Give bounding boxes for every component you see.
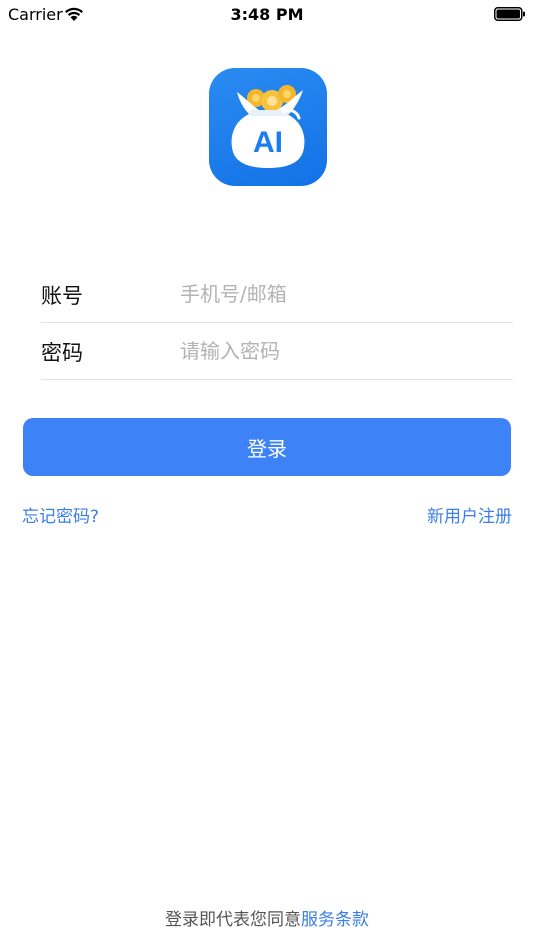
account-input[interactable] — [180, 276, 500, 312]
terms-notice: 登录即代表您同意服务条款 — [0, 905, 534, 930]
account-row: 账号 — [41, 266, 513, 323]
money-bag-icon: AI — [231, 85, 305, 168]
register-link[interactable]: 新用户注册 — [427, 502, 512, 527]
app-logo: AI — [209, 68, 327, 186]
terms-prefix: 登录即代表您同意 — [165, 910, 301, 930]
password-row: 密码 — [41, 323, 513, 380]
login-screen: Carrier 3:48 PM AI 账号 手机号/邮箱 密码 登录 忘记密码?… — [0, 0, 534, 950]
password-input[interactable] — [180, 333, 500, 369]
battery-icon — [494, 7, 525, 21]
status-bar: Carrier 3:48 PM — [0, 0, 534, 30]
terms-of-service-link[interactable]: 服务条款 — [301, 910, 369, 930]
login-button[interactable]: 登录 — [23, 418, 511, 476]
logo-text: AI — [253, 126, 283, 159]
account-label: 账号 — [41, 284, 83, 308]
password-label: 密码 — [41, 341, 83, 365]
forgot-password-link[interactable]: 忘记密码? — [22, 502, 99, 527]
status-time: 3:48 PM — [230, 5, 304, 24]
